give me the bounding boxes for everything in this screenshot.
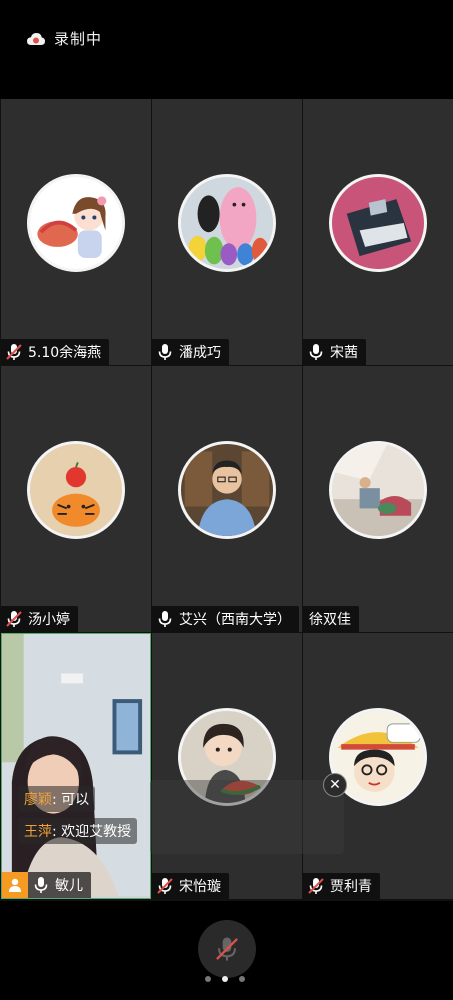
participant-tile[interactable]: 宋茜 <box>303 99 453 365</box>
participant-video-tile[interactable]: 敏儿 <box>1 633 151 899</box>
participant-tile[interactable]: 5.10余海燕 <box>1 99 151 365</box>
participant-nametag: 潘成巧 <box>152 339 229 365</box>
participant-nametag: 宋茜 <box>303 339 366 365</box>
recording-indicator[interactable]: 录制中 <box>26 28 102 49</box>
chat-text: 欢迎艾教授 <box>61 824 132 840</box>
participant-tile[interactable]: 艾兴（西南大学） <box>152 366 302 632</box>
participant-nametag: 贾利青 <box>303 873 380 899</box>
mic-icon <box>309 344 323 360</box>
participant-nametag: 敏儿 <box>28 872 91 898</box>
chat-sender: 廖颖 <box>24 792 52 808</box>
participant-video <box>2 634 150 897</box>
close-chat-button[interactable]: ✕ <box>323 773 347 797</box>
chat-text: 可以 <box>61 792 90 808</box>
page-indicator <box>205 976 245 982</box>
avatar <box>329 174 427 272</box>
participant-name: 贾利青 <box>330 879 372 895</box>
mic-icon <box>158 344 172 360</box>
recording-label: 录制中 <box>54 30 103 48</box>
participant-tile[interactable]: 潘成巧 <box>152 99 302 365</box>
participant-nametag: 徐双佳 <box>303 606 359 632</box>
mic-icon <box>158 611 172 627</box>
participant-nametag: 汤小婷 <box>1 606 78 632</box>
page-dot-active[interactable] <box>222 976 228 982</box>
bottom-controls <box>0 902 453 1000</box>
chat-sender: 王萍 <box>24 824 52 840</box>
participant-name: 徐双佳 <box>309 612 351 628</box>
avatar <box>329 441 427 539</box>
page-dot[interactable] <box>205 976 211 982</box>
page-dot[interactable] <box>239 976 245 982</box>
mute-toggle-button[interactable] <box>198 920 256 978</box>
avatar <box>27 441 125 539</box>
participant-name: 敏儿 <box>55 878 83 894</box>
top-bar: 录制中 <box>0 0 453 76</box>
participant-tile[interactable]: 贾利青 <box>303 633 453 899</box>
participant-name: 宋怡璇 <box>179 879 221 895</box>
participant-name: 潘成巧 <box>179 345 221 361</box>
host-badge <box>2 872 28 898</box>
participant-tile[interactable]: 汤小婷 <box>1 366 151 632</box>
participant-nametag: 艾兴（西南大学） <box>152 606 299 632</box>
mic-muted-icon <box>157 878 173 894</box>
chat-overlay: 廖颖: 可以 王萍: 欢迎艾教授 <box>18 786 348 850</box>
avatar <box>27 174 125 272</box>
avatar <box>178 441 276 539</box>
participant-name: 5.10余海燕 <box>28 345 102 361</box>
mic-muted-icon <box>216 937 238 961</box>
mic-muted-icon <box>6 611 22 627</box>
participant-tile[interactable]: 徐双佳 <box>303 366 453 632</box>
cloud-record-icon <box>27 32 45 45</box>
participant-name: 宋茜 <box>330 345 358 361</box>
participant-nametag: 5.10余海燕 <box>1 339 110 365</box>
person-icon <box>9 878 21 892</box>
avatar <box>178 174 276 272</box>
participant-name: 艾兴（西南大学） <box>179 612 291 628</box>
mic-muted-icon <box>6 344 22 360</box>
participant-nametag: 宋怡璇 <box>152 873 229 899</box>
participant-tile[interactable]: 宋怡璇 <box>152 633 302 899</box>
mic-icon <box>34 877 48 893</box>
chat-message: 王萍: 欢迎艾教授 <box>18 818 348 850</box>
chat-message: 廖颖: 可以 <box>18 786 348 818</box>
participant-name: 汤小婷 <box>28 612 70 628</box>
mic-muted-icon <box>308 878 324 894</box>
